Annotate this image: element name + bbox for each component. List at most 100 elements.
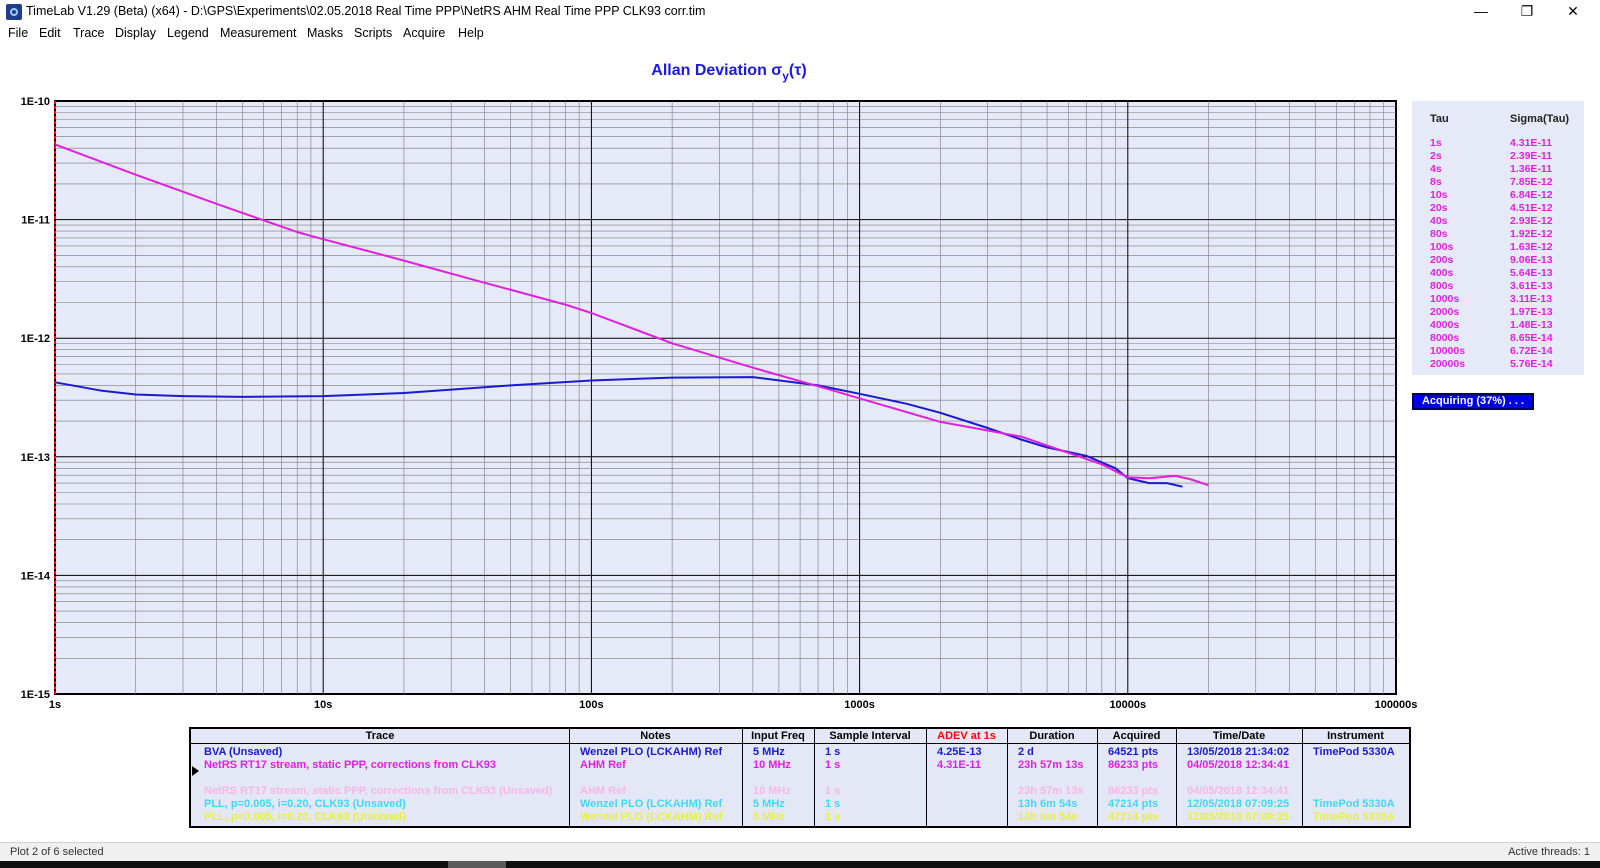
sigma-row: 2s 2.39E-11 (1412, 150, 1584, 163)
sigma-row: 4s 1.36E-11 (1412, 163, 1584, 176)
sigma-tau-value: 10000s (1430, 345, 1466, 357)
table-column-divider (814, 729, 815, 826)
menu-scripts[interactable]: Scripts (354, 26, 392, 40)
sigma-row: 100s 1.63E-12 (1412, 241, 1584, 254)
sigma-sigma-value: 1.97E-13 (1510, 306, 1553, 318)
table-cell: 47214 pts (1108, 811, 1159, 823)
table-column-divider (742, 729, 743, 826)
menu-acquire[interactable]: Acquire (403, 26, 445, 40)
trace-legend-table: Trace Notes Input Freq Sample Interval ADEV … (189, 727, 1411, 828)
x-tick-labels: 1s 10s 100s 1000s 10000s 100000s (49, 699, 1418, 711)
menu-help[interactable]: Help (458, 26, 484, 40)
menu-trace[interactable]: Trace (73, 26, 105, 40)
x-tick-label: 10000s (1109, 699, 1146, 711)
x-tick-label: 100s (579, 699, 603, 711)
sigma-row: 400s 5.64E-13 (1412, 267, 1584, 280)
sigma-sigma-value: 9.06E-13 (1510, 254, 1553, 266)
sigma-tau-value: 4s (1430, 163, 1442, 175)
sigma-sigma-value: 7.85E-12 (1510, 176, 1553, 188)
table-cell[interactable]: NetRS RT17 stream, static PPP, correctio… (204, 785, 552, 797)
table-header: Time/Date (1212, 730, 1266, 742)
sigma-tau-value: 2000s (1430, 306, 1460, 318)
table-cell: 10 MHz (753, 785, 791, 797)
table-cell-selected: 1 s (825, 759, 841, 771)
y-tick-labels: 1E-10 1E-11 1E-12 1E-13 1E-14 1E-15 (21, 96, 51, 701)
menu-edit[interactable]: Edit (39, 26, 61, 40)
table-cell: 04/05/2018 12:34:41 (1187, 785, 1290, 797)
table-cell: 64521 pts (1108, 746, 1159, 758)
sigma-tau-value: 800s (1430, 280, 1454, 292)
menu-legend[interactable]: Legend (167, 26, 209, 40)
sigma-sigma-value: 3.61E-13 (1510, 280, 1553, 292)
table-cell: 13/05/2018 21:34:02 (1187, 746, 1290, 758)
table-header: Notes (640, 730, 671, 742)
table-cell[interactable]: PLL, p=0.005, i=0.20, CLK93 (Unsaved) (204, 798, 406, 810)
sigma-sigma-value: 2.39E-11 (1510, 150, 1553, 162)
maximize-button[interactable]: ❐ (1504, 0, 1550, 24)
sigma-tau-value: 1s (1430, 137, 1442, 149)
y-tick-label: 1E-13 (21, 452, 50, 464)
sigma-tau-value: 400s (1430, 267, 1454, 279)
table-cell: 12/05/2018 07:09:25 (1187, 811, 1290, 823)
table-cell-selected: 4.31E-11 (937, 759, 982, 771)
sigma-sigma-value: 1.92E-12 (1510, 228, 1553, 240)
table-cell: 1 s (825, 798, 841, 810)
table-cell[interactable]: PLL, p=0.005, i=0.20, CLK93 (Unsaved) (204, 811, 406, 823)
sigma-sigma-value: 5.64E-13 (1510, 267, 1553, 279)
minimize-button[interactable]: — (1458, 0, 1504, 24)
selected-row-marker (192, 766, 199, 776)
table-cell: 1 s (825, 811, 841, 823)
menu-file[interactable]: File (8, 26, 28, 40)
table-column-divider (1007, 729, 1008, 826)
sigma-row: 4000s 1.48E-13 (1412, 319, 1584, 332)
sigma-tau-value: 20000s (1430, 358, 1466, 370)
table-cell: 12/05/2018 07:09:25 (1187, 798, 1290, 810)
title-bar: TimeLab V1.29 (Beta) (x64) - D:\GPS\Expe… (0, 0, 1600, 24)
sigma-row: 10s 6.84E-12 (1412, 189, 1584, 202)
table-cell[interactable]: BVA (Unsaved) (204, 746, 282, 758)
table-cell: TimePod 5330A (1313, 811, 1395, 823)
table-cell-selected[interactable]: NetRS RT17 stream, static PPP, correctio… (204, 759, 496, 771)
table-cell-selected: 23h 57m 13s (1018, 759, 1084, 771)
sigma-row: 8000s 8.65E-14 (1412, 332, 1584, 345)
status-selection: Plot 2 of 6 selected (10, 846, 104, 858)
table-cell: 23h 57m 13s (1018, 785, 1084, 797)
sigma-row: 2000s 1.97E-13 (1412, 306, 1584, 319)
table-cell: TimePod 5330A (1313, 746, 1395, 758)
table-cell: 5 MHz (753, 746, 785, 758)
sigma-row: 40s 2.93E-12 (1412, 215, 1584, 228)
table-cell-selected: AHM Ref (580, 759, 626, 771)
table-column-divider (1097, 729, 1098, 826)
sigma-row: 8s 7.85E-12 (1412, 176, 1584, 189)
table-header: Duration (1029, 730, 1075, 742)
x-tick-label: 10s (314, 699, 332, 711)
table-cell: AHM Ref (580, 785, 626, 797)
y-tick-label: 1E-14 (21, 570, 51, 582)
y-tick-label: 1E-12 (21, 333, 50, 345)
sigma-row: 200s 9.06E-13 (1412, 254, 1584, 267)
sigma-tau-value: 20s (1430, 202, 1448, 214)
sigma-row: 1000s 3.11E-13 (1412, 293, 1584, 306)
sigma-row: 20000s 5.76E-14 (1412, 358, 1584, 371)
menu-masks[interactable]: Masks (307, 26, 343, 40)
table-cell: 86233 pts (1108, 785, 1159, 797)
tau-header: Tau (1430, 113, 1449, 125)
sigma-tau-value: 2s (1430, 150, 1442, 162)
menu-display[interactable]: Display (115, 26, 156, 40)
allan-deviation-chart: Allan Deviation σy(τ) 1s 10s 100s 1000s 1000… (21, 62, 1418, 711)
menu-measurement[interactable]: Measurement (220, 26, 296, 40)
x-tick-label: 1s (49, 699, 61, 711)
y-tick-label: 1E-15 (21, 689, 50, 701)
sigma-row: 800s 3.61E-13 (1412, 280, 1584, 293)
table-cell: 47214 pts (1108, 798, 1159, 810)
sigma-sigma-value: 4.51E-12 (1510, 202, 1553, 214)
sigma-sigma-value: 5.76E-14 (1510, 358, 1553, 370)
table-column-divider (1302, 729, 1303, 826)
close-button[interactable]: ✕ (1550, 0, 1596, 24)
status-bar: Plot 2 of 6 selected Active threads: 1 (0, 842, 1600, 861)
timelab-app-icon[interactable] (6, 4, 22, 20)
acquiring-button[interactable]: Acquiring (37%) . . . (1412, 393, 1534, 410)
table-cell: TimePod 5330A (1313, 798, 1395, 810)
x-tick-label: 1000s (844, 699, 875, 711)
table-cell: 1 s (825, 785, 841, 797)
